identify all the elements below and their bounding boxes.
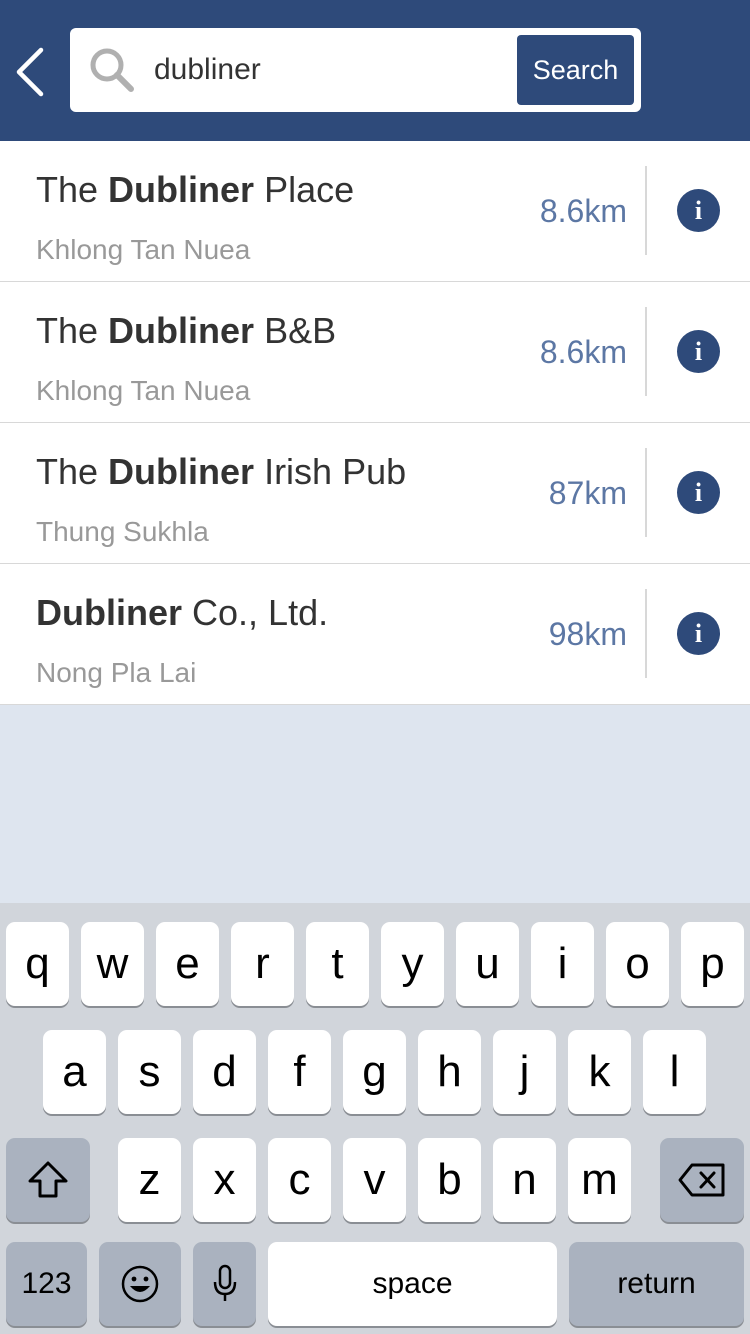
search-box: Search [70,28,641,112]
result-row[interactable]: The Dubliner B&B Khlong Tan Nuea 8.6km i [0,282,750,423]
key-d[interactable]: d [193,1030,256,1114]
search-input[interactable] [154,42,494,98]
key-a[interactable]: a [43,1030,106,1114]
key-y[interactable]: y [381,922,444,1006]
key-v[interactable]: v [343,1138,406,1222]
space-key[interactable]: space [268,1242,557,1326]
result-name: Dubliner Co., Ltd. [36,592,329,633]
key-p[interactable]: p [681,922,744,1006]
key-n[interactable]: n [493,1138,556,1222]
divider [645,307,647,396]
key-e[interactable]: e [156,922,219,1006]
result-row[interactable]: The Dubliner Place Khlong Tan Nuea 8.6km… [0,141,750,282]
back-button[interactable] [8,40,52,104]
key-x[interactable]: x [193,1138,256,1222]
info-icon[interactable]: i [677,330,720,373]
key-z[interactable]: z [118,1138,181,1222]
divider [645,166,647,255]
key-o[interactable]: o [606,922,669,1006]
result-row[interactable]: The Dubliner Irish Pub Thung Sukhla 87km… [0,423,750,564]
key-m[interactable]: m [568,1138,631,1222]
key-l[interactable]: l [643,1030,706,1114]
search-header: Search [0,0,750,141]
key-t[interactable]: t [306,922,369,1006]
key-w[interactable]: w [81,922,144,1006]
emoji-icon [121,1265,159,1303]
info-icon[interactable]: i [677,471,720,514]
results-list: The Dubliner Place Khlong Tan Nuea 8.6km… [0,141,750,705]
emoji-key[interactable] [99,1242,181,1326]
key-j[interactable]: j [493,1030,556,1114]
result-name: The Dubliner Place [36,169,355,210]
key-h[interactable]: h [418,1030,481,1114]
result-distance: 8.6km [539,334,627,370]
return-key[interactable]: return [569,1242,744,1326]
microphone-icon [213,1264,236,1301]
divider [645,589,647,678]
divider [645,448,647,537]
delete-key[interactable] [660,1138,744,1222]
result-name: The Dubliner B&B [36,310,337,351]
numbers-key[interactable]: 123 [6,1242,87,1326]
shift-key[interactable] [6,1138,90,1222]
chevron-left-icon [16,47,44,97]
info-icon[interactable]: i [677,189,720,232]
search-button[interactable]: Search [517,35,634,105]
shift-icon [28,1161,68,1198]
search-icon [90,48,134,92]
key-q[interactable]: q [6,922,69,1006]
result-distance: 8.6km [539,193,627,229]
key-u[interactable]: u [456,922,519,1006]
key-r[interactable]: r [231,922,294,1006]
delete-icon [678,1163,725,1197]
key-s[interactable]: s [118,1030,181,1114]
key-k[interactable]: k [568,1030,631,1114]
result-distance: 87km [548,475,627,511]
result-area: Khlong Tan Nuea [36,375,251,406]
key-g[interactable]: g [343,1030,406,1114]
result-name: The Dubliner Irish Pub [36,451,407,492]
key-f[interactable]: f [268,1030,331,1114]
info-icon[interactable]: i [677,612,720,655]
result-row[interactable]: Dubliner Co., Ltd. Nong Pla Lai 98km i [0,564,750,705]
result-area: Khlong Tan Nuea [36,234,251,265]
key-c[interactable]: c [268,1138,331,1222]
key-b[interactable]: b [418,1138,481,1222]
dictation-key[interactable] [193,1242,256,1326]
result-area: Thung Sukhla [36,516,209,547]
result-distance: 98km [548,616,627,652]
keyboard: q w e r t y u i o p a s d f g h j k l z … [0,903,750,1334]
key-i[interactable]: i [531,922,594,1006]
result-area: Nong Pla Lai [36,657,197,688]
